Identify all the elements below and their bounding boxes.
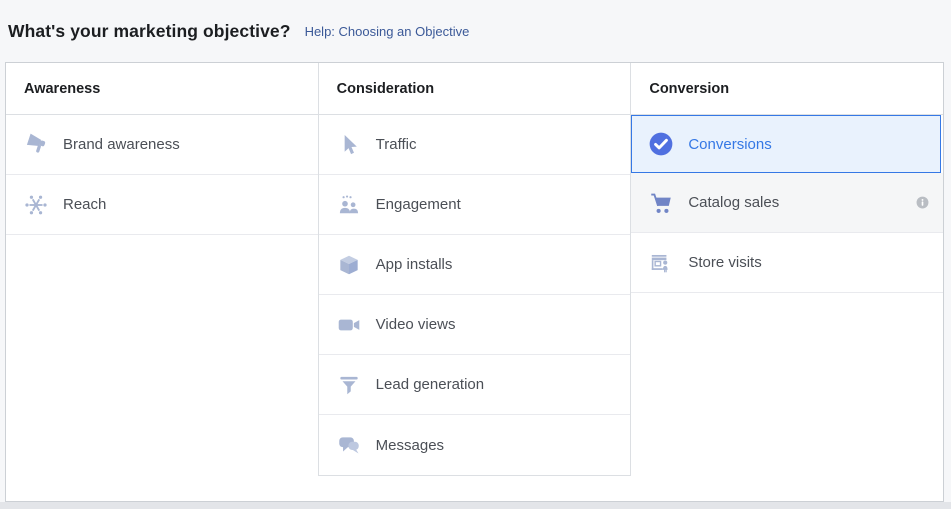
reach-network-icon: [23, 192, 49, 218]
objective-row-conversions[interactable]: Conversions: [631, 115, 941, 173]
column-header-awareness: Awareness: [6, 63, 318, 115]
people-icon: [336, 192, 362, 218]
page-bottom-strip: [0, 502, 951, 509]
funnel-icon: [336, 372, 362, 398]
objective-label: Brand awareness: [63, 136, 180, 153]
column-awareness: Awareness Brand awareness Reach: [6, 63, 318, 476]
page-header: What's your marketing objective? Help: C…: [0, 0, 951, 62]
objective-label: Engagement: [376, 196, 461, 213]
chat-bubbles-icon: [336, 432, 362, 458]
cube-icon: [336, 252, 362, 278]
objective-row-lead-generation[interactable]: Lead generation: [319, 355, 631, 415]
column-header-consideration: Consideration: [319, 63, 631, 115]
storefront-icon: [648, 250, 674, 276]
objective-label: App installs: [376, 256, 453, 273]
check-circle-icon: [648, 131, 674, 157]
objective-row-store-visits[interactable]: Store visits: [631, 233, 943, 293]
page-title: What's your marketing objective?: [8, 21, 291, 42]
column-conversion: Conversion Conversions Catalog sales: [630, 63, 943, 476]
objective-label: Messages: [376, 437, 444, 454]
objective-row-traffic[interactable]: Traffic: [319, 115, 631, 175]
objective-row-video-views[interactable]: Video views: [319, 295, 631, 355]
megaphone-icon: [23, 132, 49, 158]
objective-row-messages[interactable]: Messages: [319, 415, 631, 475]
info-icon[interactable]: [915, 195, 930, 210]
objective-label: Catalog sales: [688, 194, 779, 211]
objective-label: Lead generation: [376, 376, 484, 393]
objective-label: Reach: [63, 196, 106, 213]
objectives-table: Awareness Brand awareness Reach Consider…: [5, 62, 944, 502]
objective-row-catalog-sales[interactable]: Catalog sales: [631, 173, 943, 233]
objective-label: Traffic: [376, 136, 417, 153]
objective-row-app-installs[interactable]: App installs: [319, 235, 631, 295]
objective-row-brand-awareness[interactable]: Brand awareness: [6, 115, 318, 175]
objective-row-reach[interactable]: Reach: [6, 175, 318, 235]
objective-label: Store visits: [688, 254, 761, 271]
objective-row-engagement[interactable]: Engagement: [319, 175, 631, 235]
objective-label: Conversions: [688, 136, 771, 153]
column-header-conversion: Conversion: [631, 63, 943, 115]
cursor-icon: [336, 132, 362, 158]
help-link[interactable]: Help: Choosing an Objective: [305, 24, 470, 39]
objective-label: Video views: [376, 316, 456, 333]
shopping-cart-icon: [648, 190, 674, 216]
video-camera-icon: [336, 312, 362, 338]
column-consideration: Consideration Traffic Engagement App ins…: [318, 63, 631, 476]
